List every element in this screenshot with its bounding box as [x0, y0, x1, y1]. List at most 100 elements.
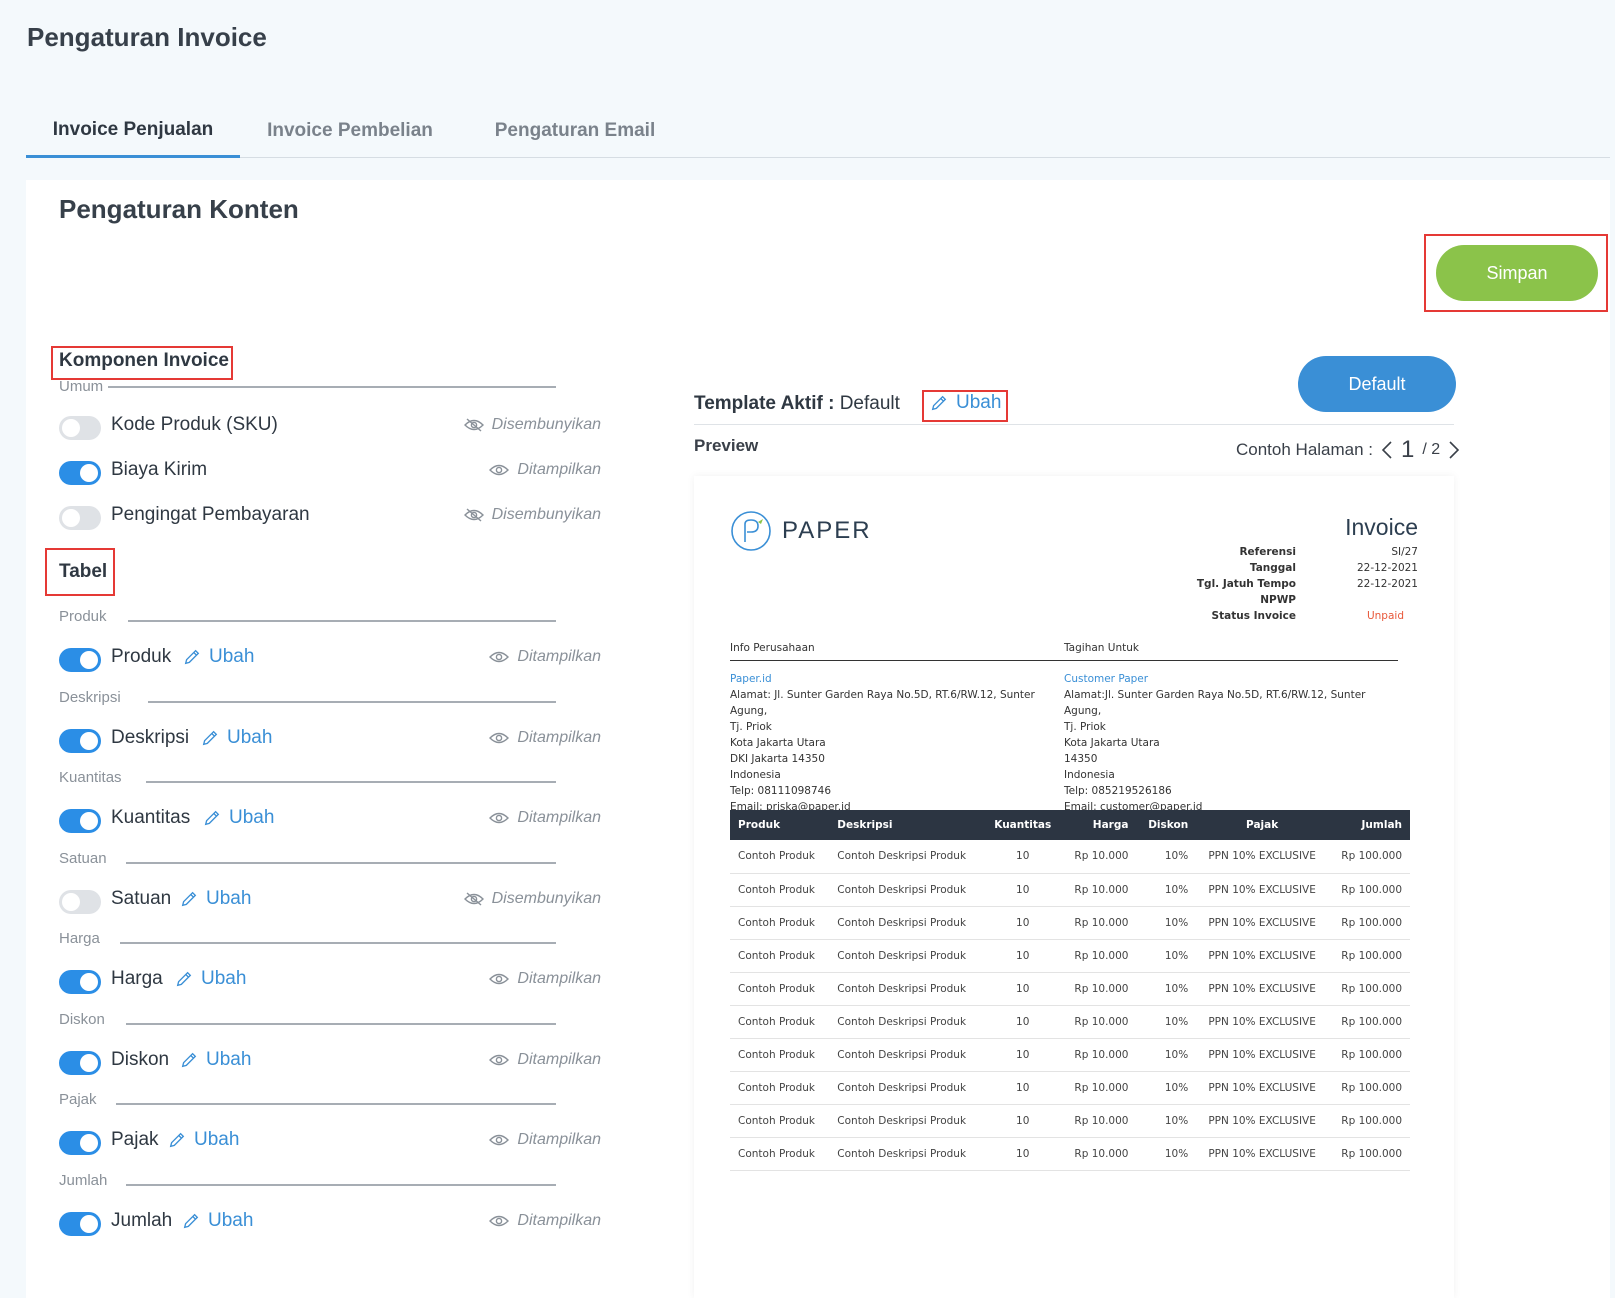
table-section-label: Diskon — [59, 1010, 105, 1028]
toggle-switch[interactable] — [59, 1131, 101, 1155]
table-cell: Rp 100.000 — [1328, 840, 1410, 874]
status-text: Ditampilkan — [517, 1131, 601, 1148]
invoice-table: Produk Deskripsi Kuantitas Harga Diskon Pajak… — [730, 810, 1410, 1171]
table-header-cell: Pajak — [1196, 810, 1329, 840]
visibility-status: Ditampilkan — [489, 1131, 601, 1149]
umum-divider — [108, 386, 556, 388]
toggle-switch[interactable] — [59, 648, 101, 672]
address-line: Indonesia — [1064, 769, 1115, 781]
toggle-switch[interactable] — [59, 970, 101, 994]
table-cell: Rp 100.000 — [1328, 939, 1410, 973]
toggle-switch[interactable] — [59, 1211, 101, 1236]
address-line: Alamat:Jl. Sunter Garden Raya No.5D, RT.… — [1064, 689, 1366, 717]
tab-invoice-pembelian[interactable]: Invoice Pembelian — [240, 104, 460, 158]
table-cell: 10% — [1136, 873, 1197, 907]
tabel-title: Tabel — [59, 561, 108, 582]
table-cell: Rp 100.000 — [1328, 873, 1410, 907]
table-cell: 10% — [1136, 1038, 1197, 1072]
setting-label: Produk — [111, 646, 172, 667]
pencil-icon — [181, 1052, 197, 1067]
edit-link[interactable]: Ubah — [180, 1049, 251, 1071]
table-cell: Rp 100.000 — [1328, 1005, 1410, 1039]
toggle-switch[interactable] — [59, 728, 101, 753]
toggle-switch[interactable] — [59, 461, 101, 485]
table-cell: Rp 100.000 — [1328, 972, 1410, 1006]
komponen-title: Komponen Invoice — [59, 350, 229, 371]
setting-row: Satuan Ubah Disembunyikan — [59, 886, 601, 916]
content-panel: Pengaturan Konten Simpan Komponen Invoic… — [26, 180, 1610, 1298]
setting-row: Produk Ubah Ditampilkan — [59, 644, 601, 674]
address-line: Tj. Priok — [1064, 721, 1106, 733]
edit-link[interactable]: Ubah — [180, 888, 251, 910]
address-line: Tj. Priok — [730, 721, 772, 733]
tab-pengaturan-email[interactable]: Pengaturan Email — [460, 104, 690, 158]
status-text: Disembunyikan — [491, 506, 601, 523]
template-label: Template Aktif : — [694, 393, 835, 414]
table-cell: 10% — [1136, 1104, 1197, 1138]
address-line: Indonesia — [730, 769, 781, 781]
meta-value: 22-12-2021 — [1356, 562, 1418, 574]
status-text: Ditampilkan — [517, 1050, 601, 1068]
save-button[interactable]: Simpan — [1436, 245, 1598, 301]
setting-label: Kuantitas — [111, 807, 191, 828]
company-info-head: Info Perusahaan — [730, 640, 1064, 661]
table-section-divider — [148, 700, 556, 703]
table-cell: PPN 10% EXCLUSIVE — [1196, 1071, 1329, 1105]
table-cell: 10 — [983, 1137, 1062, 1171]
default-button[interactable]: Default — [1298, 356, 1456, 412]
toggle-switch[interactable] — [59, 1050, 101, 1075]
setting-row: Biaya Kirim Ditampilkan — [59, 457, 601, 487]
table-cell: Rp 10.000 — [1061, 1137, 1137, 1171]
table-cell: Rp 10.000 — [1061, 1038, 1137, 1072]
total-pages: / 2 — [1422, 441, 1441, 458]
invoice-title: Invoice — [1345, 514, 1418, 540]
edit-link[interactable]: Ubah — [168, 1129, 239, 1151]
meta-row: Tgl. Jatuh Tempo 22-12-2021 — [1078, 578, 1418, 594]
settings-column: Komponen Invoice Umum Tabel Kode Produk … — [26, 180, 646, 1298]
edit-link[interactable]: Ubah — [201, 727, 272, 749]
table-cell: Contoh Produk — [730, 939, 830, 973]
status-text: Ditampilkan — [517, 648, 601, 665]
table-header-cell: Produk — [730, 810, 830, 840]
table-cell: 10% — [1136, 939, 1197, 973]
table-cell: Contoh Deskripsi Produk — [829, 840, 984, 874]
table-cell: Contoh Deskripsi Produk — [829, 1137, 984, 1171]
table-row: Contoh Produk Contoh Deskripsi Produk 10 Rp… — [730, 1005, 1410, 1039]
edit-link[interactable]: Ubah — [183, 646, 254, 668]
chevron-left-icon[interactable] — [1381, 440, 1393, 460]
table-cell: PPN 10% EXCLUSIVE — [1196, 1137, 1329, 1171]
address-line: Alamat: Jl. Sunter Garden Raya No.5D, RT… — [730, 689, 1035, 717]
template-edit-link[interactable]: Ubah — [930, 392, 1001, 414]
edit-label: Ubah — [229, 807, 275, 828]
setting-label: Kode Produk (SKU) — [111, 414, 278, 435]
table-section-divider — [116, 1103, 556, 1105]
table-cell: 10 — [983, 873, 1062, 907]
setting-row: Kode Produk (SKU) Disembunyikan — [59, 412, 601, 442]
pencil-icon — [184, 649, 200, 665]
tab-invoice-penjualan[interactable]: Invoice Penjualan — [26, 104, 240, 158]
edit-label: Ubah — [206, 1048, 252, 1070]
table-cell: Rp 10.000 — [1061, 873, 1137, 907]
toggle-switch[interactable] — [59, 506, 101, 530]
chevron-right-icon[interactable] — [1448, 440, 1460, 460]
eye-off-icon — [463, 418, 484, 432]
toggle-switch[interactable] — [59, 809, 101, 833]
visibility-status: Ditampilkan — [489, 1212, 601, 1230]
table-cell: Contoh Produk — [730, 1005, 830, 1039]
edit-link[interactable]: Ubah — [175, 968, 246, 990]
table-cell: 10% — [1136, 840, 1197, 874]
toggle-switch[interactable] — [59, 889, 101, 914]
table-cell: 10 — [983, 1104, 1062, 1138]
table-cell: Rp 100.000 — [1328, 906, 1410, 940]
edit-label: Ubah — [201, 968, 247, 989]
edit-label: Ubah — [206, 887, 252, 909]
table-header-cell: Harga — [1061, 810, 1137, 840]
table-cell: Contoh Deskripsi Produk — [829, 1005, 984, 1039]
table-header-cell: Diskon — [1136, 810, 1197, 840]
table-cell: PPN 10% EXCLUSIVE — [1196, 840, 1329, 874]
table-header-cell: Deskripsi — [829, 810, 984, 840]
table-cell: Contoh Produk — [730, 972, 830, 1006]
toggle-switch[interactable] — [59, 416, 101, 440]
edit-link[interactable]: Ubah — [182, 1210, 253, 1232]
edit-link[interactable]: Ubah — [203, 807, 274, 829]
